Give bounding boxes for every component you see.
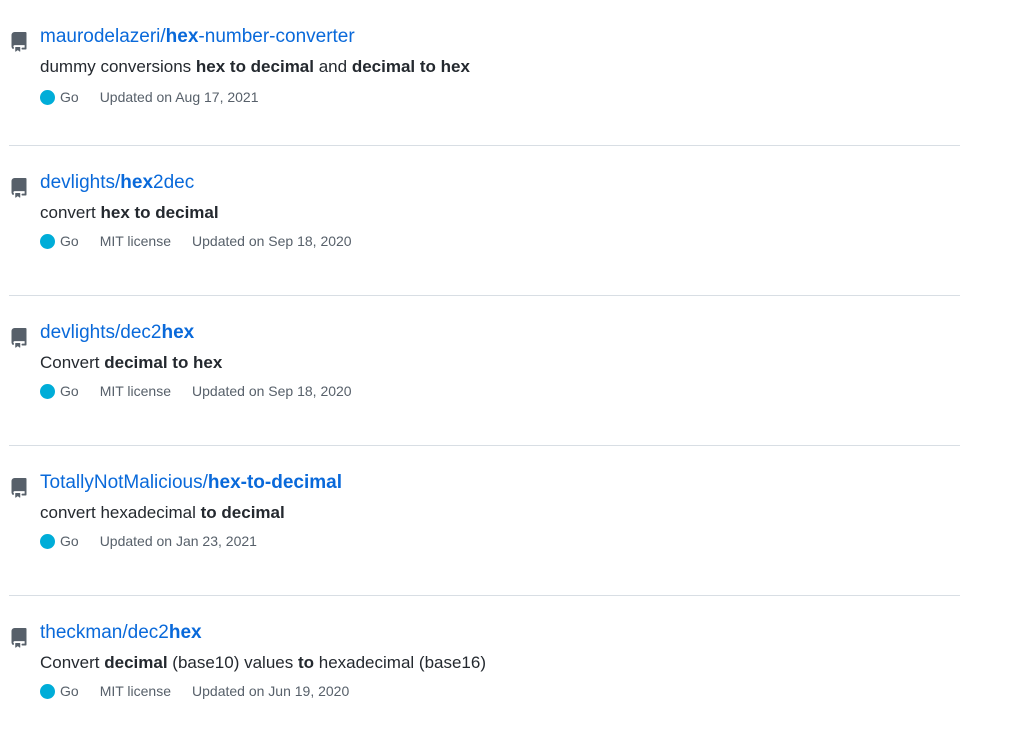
repo-meta: Go MIT license Updated on Sep 18, 2020 xyxy=(40,232,352,250)
repo-icon xyxy=(9,328,29,348)
repo-description-text: Convert xyxy=(40,653,105,672)
repo-title-row: theckman/dec2hex xyxy=(40,621,202,645)
repo-language-label: Go xyxy=(60,383,79,399)
repo-description: dummy conversions hex to decimal and dec… xyxy=(40,56,470,78)
repo-list-item: theckman/dec2hex Convert decimal (base10)… xyxy=(9,595,960,745)
repo-link[interactable]: maurodelazeri/hex-number-converter xyxy=(40,26,355,47)
repo-link[interactable]: devlights/hex2dec xyxy=(40,172,194,193)
repo-link[interactable]: devlights/dec2hex xyxy=(40,322,194,343)
repo-title-row: devlights/dec2hex xyxy=(40,321,194,345)
repo-updated-date: Updated on Jun 19, 2020 xyxy=(192,683,350,699)
repo-list-item: TotallyNotMalicious/hex-to-decimal conver… xyxy=(9,445,960,595)
repo-updated-date: Updated on Aug 17, 2021 xyxy=(99,89,259,105)
repo-title-highlight: hex-to-decimal xyxy=(207,472,342,493)
repo-description-text: Convert xyxy=(40,353,105,372)
repo-description: Convert decimal to hex xyxy=(40,352,222,374)
repo-description: convert hex to decimal xyxy=(40,202,219,224)
repo-license: MIT license xyxy=(99,683,172,699)
repo-description-text: (base10) values xyxy=(167,653,298,672)
repo-description-highlight: hex to decimal xyxy=(100,203,219,222)
repo-title-row: TotallyNotMalicious/hex-to-decimal xyxy=(40,471,342,495)
repo-icon xyxy=(9,178,29,198)
repo-title-text: TotallyNotMalicious/ xyxy=(40,472,208,493)
repo-language-label: Go xyxy=(60,533,79,549)
repo-title-text: -number-converter xyxy=(198,26,355,47)
repo-title-text: devlights/ xyxy=(40,172,121,193)
repo-description-text: and xyxy=(314,57,352,76)
repo-language-label: Go xyxy=(60,683,79,699)
repo-link[interactable]: TotallyNotMalicious/hex-to-decimal xyxy=(40,472,342,493)
repo-icon xyxy=(9,32,29,52)
language-color-dot-icon xyxy=(40,683,55,699)
repo-language: Go xyxy=(40,88,79,106)
repo-description-text: convert hexadecimal xyxy=(40,503,201,522)
repo-title-text: maurodelazeri/ xyxy=(40,26,166,47)
repo-results-list: maurodelazeri/hex-number-converter dummy … xyxy=(9,0,960,745)
repo-description-highlight: decimal xyxy=(104,653,168,672)
repo-description-text: dummy conversions xyxy=(40,57,196,76)
language-color-dot-icon xyxy=(40,383,55,399)
repo-description-highlight: to decimal xyxy=(200,503,285,522)
repo-description-highlight: to xyxy=(297,653,315,672)
repo-meta: Go MIT license Updated on Sep 18, 2020 xyxy=(40,382,352,400)
repo-license: MIT license xyxy=(99,383,172,399)
repo-language: Go xyxy=(40,682,79,700)
repo-updated-date: Updated on Sep 18, 2020 xyxy=(192,233,352,249)
repo-description-highlight: hex to decimal xyxy=(195,57,314,76)
repo-title-highlight: hex xyxy=(161,322,195,343)
repo-title-text: devlights/dec2 xyxy=(40,322,162,343)
repo-description-text: convert xyxy=(40,203,101,222)
language-color-dot-icon xyxy=(40,233,55,249)
repo-language-label: Go xyxy=(60,89,79,105)
repo-title-highlight: hex xyxy=(168,622,202,643)
repo-list-item: devlights/hex2dec convert hex to decimal G… xyxy=(9,145,960,295)
repo-list-item: devlights/dec2hex Convert decimal to hex G… xyxy=(9,295,960,445)
repo-title-row: devlights/hex2dec xyxy=(40,171,194,195)
repo-title-highlight: hex xyxy=(120,172,154,193)
repo-meta: Go Updated on Aug 17, 2021 xyxy=(40,88,259,106)
repo-meta: Go MIT license Updated on Jun 19, 2020 xyxy=(40,682,349,700)
language-color-dot-icon xyxy=(40,533,55,549)
repo-description: convert hexadecimal to decimal xyxy=(40,502,285,524)
repo-description-highlight: decimal to hex xyxy=(351,57,470,76)
repo-title-highlight: hex xyxy=(165,26,199,47)
repo-title-text: theckman/dec2 xyxy=(40,622,169,643)
repo-list-item: maurodelazeri/hex-number-converter dummy … xyxy=(9,0,960,145)
repo-title-text: 2dec xyxy=(153,172,195,193)
repo-language: Go xyxy=(40,532,79,550)
repo-title-row: maurodelazeri/hex-number-converter xyxy=(40,25,355,49)
repo-language: Go xyxy=(40,382,79,400)
repo-icon xyxy=(9,628,29,648)
repo-description: Convert decimal (base10) values to hexad… xyxy=(40,652,486,674)
repo-license: MIT license xyxy=(99,233,172,249)
language-color-dot-icon xyxy=(40,89,55,105)
repo-description-highlight: decimal to hex xyxy=(104,353,223,372)
repo-language-label: Go xyxy=(60,233,79,249)
repo-meta: Go Updated on Jan 23, 2021 xyxy=(40,532,257,550)
repo-link[interactable]: theckman/dec2hex xyxy=(40,622,202,643)
repo-updated-date: Updated on Sep 18, 2020 xyxy=(192,383,352,399)
repo-description-text: hexadecimal (base16) xyxy=(314,653,486,672)
repo-language: Go xyxy=(40,232,79,250)
repo-updated-date: Updated on Jan 23, 2021 xyxy=(99,533,257,549)
repo-icon xyxy=(9,478,29,498)
